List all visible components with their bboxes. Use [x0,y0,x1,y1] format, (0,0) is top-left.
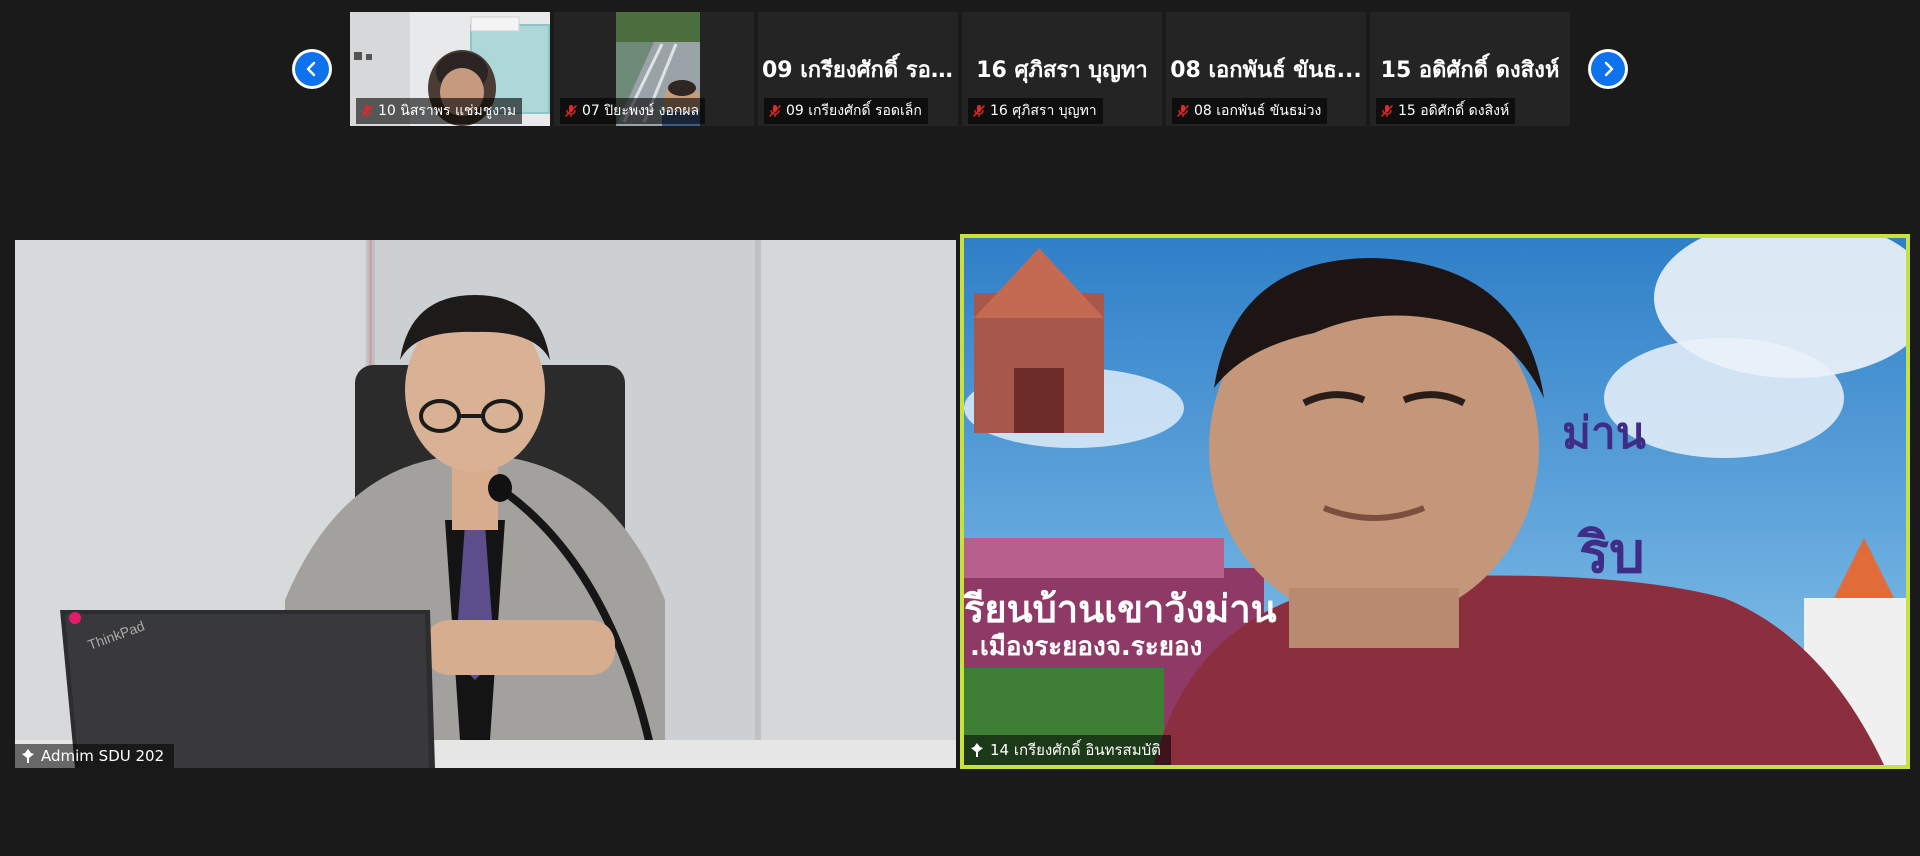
participant-name: 14 เกรียงศักดิ์ อินทรสมบัติ [990,741,1161,759]
participant-name: 08 เอกพันธ์ ขันธม่วง [1194,103,1322,119]
participant-display-name: 15 อดิศักดิ์ ดงสิงห์ [1380,58,1560,83]
participant-thumbnail[interactable]: 10 นิสราพร แช่มชูงาม [350,12,550,126]
participant-thumbnail[interactable]: 08 เอกพันธ์ ขันธ... 08 เอกพันธ์ ขันธม่วง [1166,12,1366,126]
participant-display-name: 09 เกรียงศักดิ์ รอ... [762,58,956,83]
mic-off-icon [972,104,986,118]
mic-off-icon [768,104,782,118]
participant-thumbnail[interactable]: 16 ศุภิสรา บุญทา 16 ศุภิสรา บุญทา [962,12,1162,126]
participant-name: 09 เกรียงศักดิ์ รอดเล็ก [786,103,922,119]
participant-name-label: 16 ศุภิสรา บุญทา [968,98,1103,124]
chevron-left-icon [295,52,329,86]
background-text: ริบ [1579,521,1645,586]
next-page-button[interactable] [1588,49,1628,89]
mic-off-icon [1176,104,1190,118]
main-video-tile-left[interactable]: ThinkPad Admim SDU 202 [15,240,956,768]
previous-page-button[interactable] [292,49,332,89]
main-video-tile-right-active-speaker[interactable]: ม่าน ริบ รียนบ้านเขาวังม่าน .เมืองระยองจ… [960,234,1910,769]
participant-video [964,238,1906,765]
participant-thumbnail[interactable]: 15 อดิศักดิ์ ดงสิงห์ 15 อดิศักดิ์ ดงสิงห… [1370,12,1570,126]
participant-name-tag: 14 เกรียงศักดิ์ อินทรสมบัติ [964,735,1171,765]
background-text: ม่าน [1562,408,1646,459]
participant-name-label: 15 อดิศักดิ์ ดงสิงห์ [1376,98,1516,124]
participant-name: Admim SDU 202 [41,747,165,765]
chevron-right-icon [1591,52,1625,86]
participant-display-name: 08 เอกพันธ์ ขันธ... [1170,58,1362,83]
participant-name-label: 09 เกรียงศักดิ์ รอดเล็ก [764,98,928,124]
participant-name-label: 08 เอกพันธ์ ขันธม่วง [1172,98,1328,124]
participant-strip: 10 นิสราพร แช่มชูงาม 07 ปิยะพงษ์ งอกผล 0… [350,12,1572,126]
participant-thumbnail[interactable]: 09 เกรียงศักดิ์ รอ... 09 เกรียงศักดิ์ รอ… [758,12,958,126]
background-text: .เมืองระยองจ.ระยอง [970,632,1203,662]
participant-thumbnail[interactable]: 07 ปิยะพงษ์ งอกผล [554,12,754,126]
participant-name-label: 10 นิสราพร แช่มชูงาม [356,98,523,124]
participant-name: 07 ปิยะพงษ์ งอกผล [582,103,700,119]
participant-name: 15 อดิศักดิ์ ดงสิงห์ [1398,103,1510,119]
mic-off-icon [360,104,374,118]
participant-name-label: 07 ปิยะพงษ์ งอกผล [560,98,706,124]
pin-icon [22,749,34,763]
participant-name: 10 นิสราพร แช่มชูงาม [378,103,517,119]
pin-icon [971,743,983,757]
participant-name: 16 ศุภิสรา บุญทา [990,103,1097,119]
participant-display-name: 16 ศุภิสรา บุญทา [976,58,1148,83]
mic-off-icon [564,104,578,118]
mic-off-icon [1380,104,1394,118]
participant-video: ThinkPad [15,240,956,768]
participant-name-tag: Admim SDU 202 [15,744,175,768]
